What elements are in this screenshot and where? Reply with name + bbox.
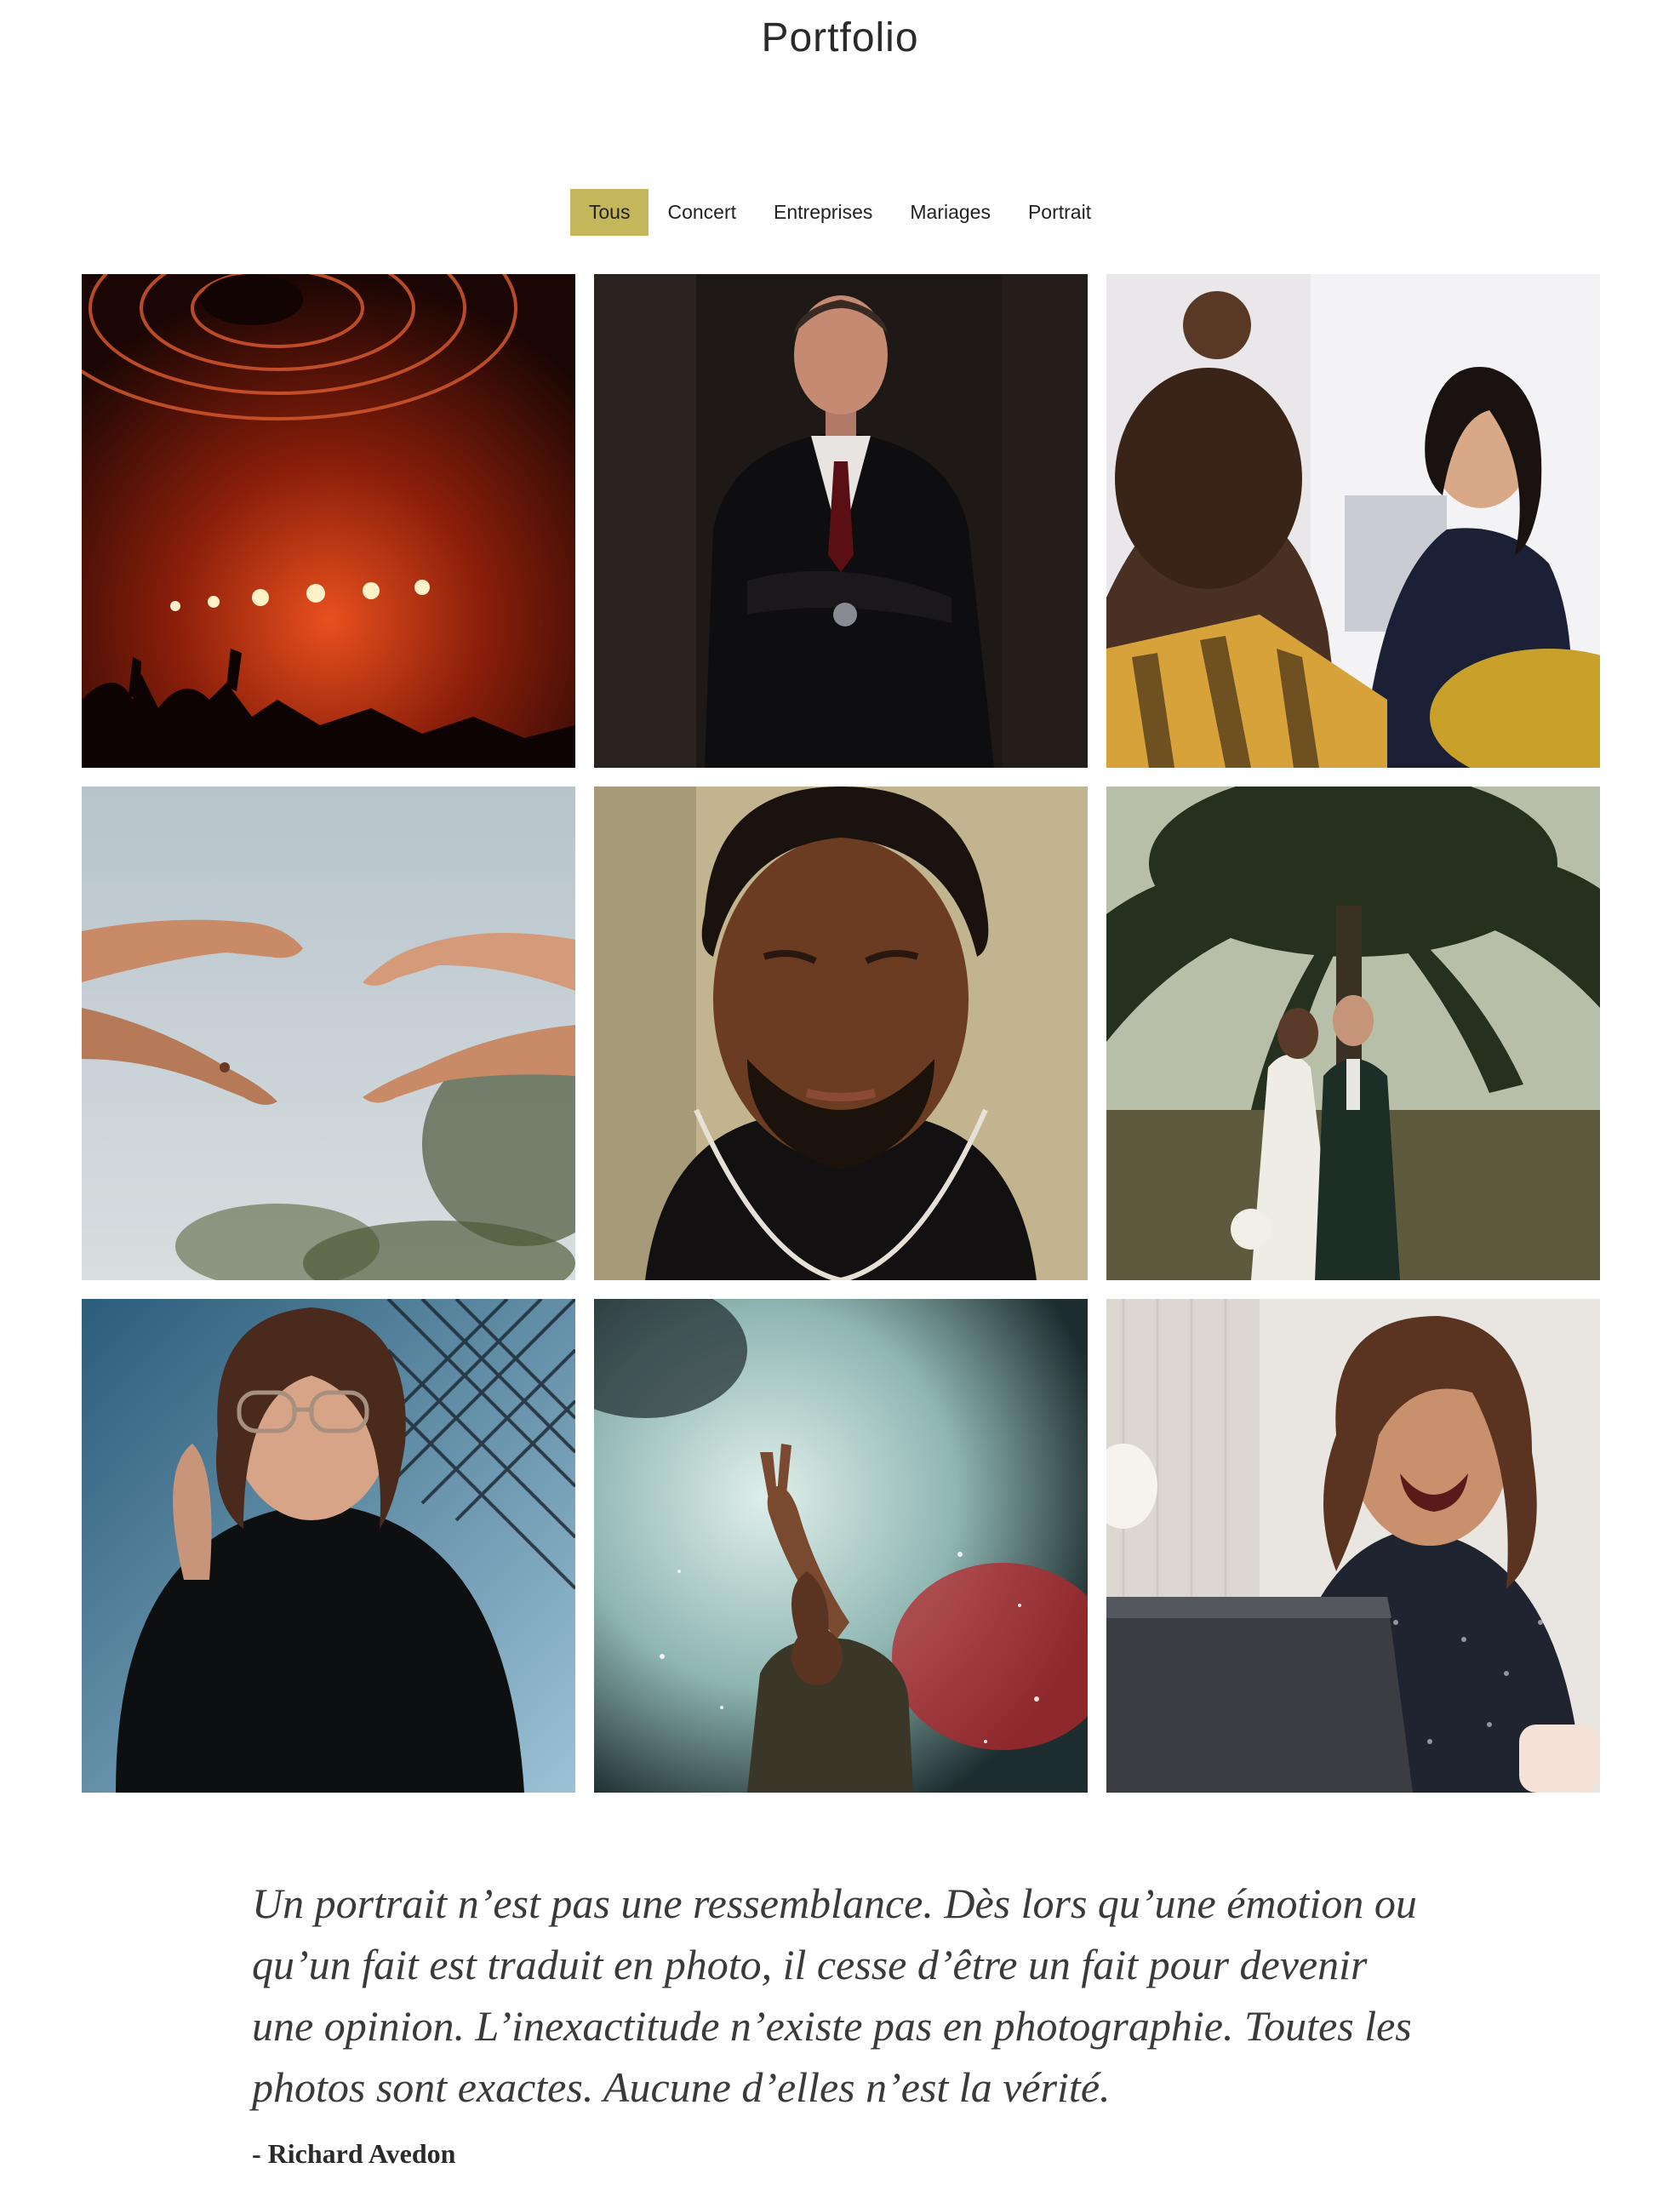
filter-tous[interactable]: Tous xyxy=(569,189,649,236)
portfolio-gallery xyxy=(82,274,1600,1793)
businessman-image xyxy=(594,274,1088,768)
gallery-photo-wedding-hands[interactable] xyxy=(82,787,575,1280)
gallery-photo-office-meeting[interactable] xyxy=(1106,274,1600,768)
filter-concert[interactable]: Concert xyxy=(649,189,755,236)
gallery-photo-singer-smoke[interactable] xyxy=(594,1299,1088,1793)
filter-mariages[interactable]: Mariages xyxy=(891,189,1009,236)
woman-glasses-image xyxy=(82,1299,575,1793)
office-meeting-image xyxy=(1106,274,1600,768)
page-title: Portfolio xyxy=(761,15,919,60)
portfolio-filter-bar: Tous Concert Entreprises Mariages Portra… xyxy=(0,189,1680,236)
concert-stage-image xyxy=(82,274,575,768)
gallery-photo-wedding-couple[interactable] xyxy=(1106,787,1600,1280)
woman-laptop-image xyxy=(1106,1299,1600,1793)
photography-quote: Un portrait n’est pas une ressemblance. … xyxy=(252,1879,1417,2111)
quote-author: - Richard Avedon xyxy=(252,2138,456,2169)
wedding-hands-image xyxy=(82,787,575,1280)
gallery-photo-man-portrait[interactable] xyxy=(594,787,1088,1280)
filter-entreprises[interactable]: Entreprises xyxy=(755,189,891,236)
gallery-photo-concert-stage[interactable] xyxy=(82,274,575,768)
gallery-photo-woman-laptop[interactable] xyxy=(1106,1299,1600,1793)
gallery-photo-woman-glasses[interactable] xyxy=(82,1299,575,1793)
man-portrait-image xyxy=(594,787,1088,1280)
wedding-couple-image xyxy=(1106,787,1600,1280)
singer-smoke-image xyxy=(594,1299,1088,1793)
filter-portrait[interactable]: Portrait xyxy=(1009,189,1110,236)
gallery-photo-businessman[interactable] xyxy=(594,274,1088,768)
